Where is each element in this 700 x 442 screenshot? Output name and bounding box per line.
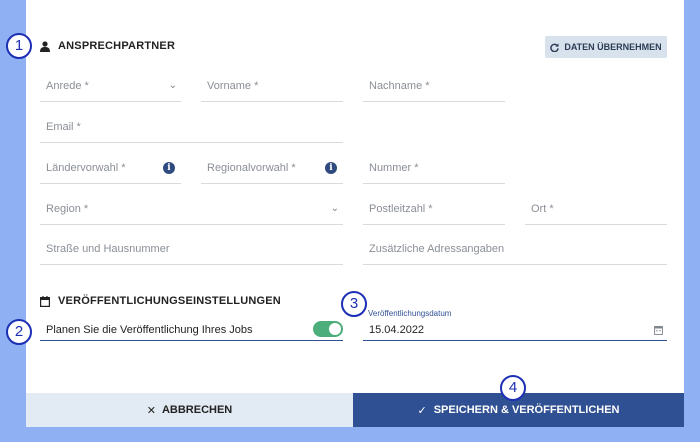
annotation-badge-4: 4 [500, 375, 526, 401]
annotation-badge-3: 3 [341, 291, 367, 317]
address-extra-label: Zusätzliche Adressangaben [369, 243, 505, 255]
postal-code-field[interactable]: Postleitzahl * [363, 195, 505, 225]
info-icon[interactable]: i [163, 162, 175, 174]
contact-section-title: ANSPRECHPARTNER [58, 40, 176, 52]
last-name-label: Nachname * [369, 80, 430, 92]
first-name-label: Vorname * [207, 80, 259, 92]
street-label: Straße und Hausnummer [46, 243, 170, 255]
job-form-card: ANSPRECHPARTNER DATEN ÜBERNEHMEN Anrede … [26, 0, 684, 427]
person-icon [40, 40, 50, 52]
info-icon[interactable]: i [325, 162, 337, 174]
address-extra-field[interactable]: Zusätzliche Adressangaben [363, 235, 667, 265]
region-label: Region * [46, 203, 89, 215]
publication-date-field[interactable]: Veröffentlichungsdatum 15.04.2022 [363, 306, 667, 341]
last-name-field[interactable]: Nachname * [363, 72, 505, 102]
cancel-button[interactable]: ✕ ABBRECHEN [26, 393, 353, 427]
schedule-publication-toggle[interactable] [313, 321, 343, 337]
area-code-label: Regionalvorwahl * [207, 162, 296, 174]
phone-number-label: Nummer * [369, 162, 419, 174]
publishing-section-title: VERÖFFENTLICHUNGSEINSTELLUNGEN [58, 295, 281, 307]
city-field[interactable]: Ort * [525, 195, 667, 225]
street-field[interactable]: Straße und Hausnummer [40, 235, 343, 265]
publication-date-value: 15.04.2022 [369, 324, 425, 336]
email-field[interactable]: Email * [40, 113, 343, 143]
calendar-icon [40, 295, 50, 307]
schedule-publication-row[interactable]: Planen Sie die Veröffentlichung Ihres Jo… [40, 316, 343, 341]
country-code-field[interactable]: Ländervorwahl * i [40, 154, 181, 184]
take-over-data-button[interactable]: DATEN ÜBERNEHMEN [545, 36, 667, 58]
salutation-select[interactable]: Anrede * ⌄ [40, 72, 181, 102]
annotation-badge-1: 1 [6, 33, 32, 59]
postal-code-label: Postleitzahl * [369, 203, 433, 215]
region-select[interactable]: Region * ⌄ [40, 195, 343, 225]
city-label: Ort * [531, 203, 554, 215]
phone-number-field[interactable]: Nummer * [363, 154, 505, 184]
take-over-data-label: DATEN ÜBERNEHMEN [564, 42, 662, 52]
check-icon: ✓ [417, 404, 427, 417]
area-code-field[interactable]: Regionalvorwahl * i [201, 154, 343, 184]
save-publish-label: SPEICHERN & VERÖFFENTLICHEN [433, 404, 620, 416]
chevron-down-icon: ⌄ [330, 203, 339, 214]
chevron-down-icon: ⌄ [168, 80, 177, 91]
publication-date-label: Veröffentlichungsdatum [368, 309, 452, 318]
refresh-icon [550, 42, 560, 52]
calendar-icon[interactable] [654, 325, 663, 335]
publishing-section-header: VERÖFFENTLICHUNGSEINSTELLUNGEN [40, 295, 281, 307]
schedule-publication-label: Planen Sie die Veröffentlichung Ihres Jo… [46, 324, 253, 336]
cancel-label: ABBRECHEN [161, 404, 233, 416]
email-label: Email * [46, 121, 81, 133]
contact-section-header: ANSPRECHPARTNER [40, 40, 175, 52]
close-icon: ✕ [146, 404, 156, 417]
first-name-field[interactable]: Vorname * [201, 72, 343, 102]
toggle-knob [329, 323, 341, 335]
country-code-label: Ländervorwahl * [46, 162, 126, 174]
annotation-badge-2: 2 [6, 319, 32, 345]
salutation-label: Anrede * [46, 80, 89, 92]
